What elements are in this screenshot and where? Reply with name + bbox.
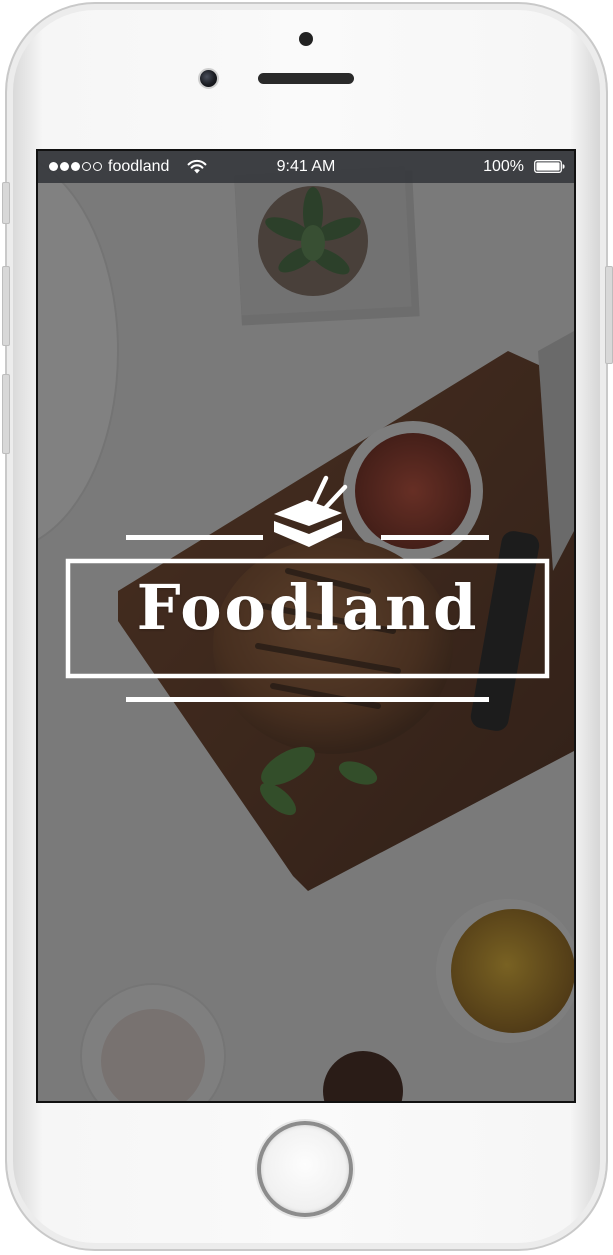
logo-top-rule-right: [381, 535, 489, 540]
logo-top-rule-left: [126, 535, 263, 540]
home-button-icon[interactable]: [257, 1121, 353, 1217]
power-button: [605, 266, 613, 364]
food-box-with-chopsticks-icon: [274, 475, 348, 547]
facetime-camera-lens: [198, 68, 219, 89]
logo-bottom-rule: [126, 697, 489, 702]
volume-down-button: [2, 374, 10, 454]
phone-screen: foodland 9:41 AM 100% Foodland: [36, 149, 576, 1103]
front-camera: [299, 32, 313, 46]
mute-switch: [2, 182, 10, 224]
earpiece-speaker: [258, 73, 354, 84]
volume-up-button: [2, 266, 10, 346]
app-name: Foodland: [136, 571, 480, 644]
